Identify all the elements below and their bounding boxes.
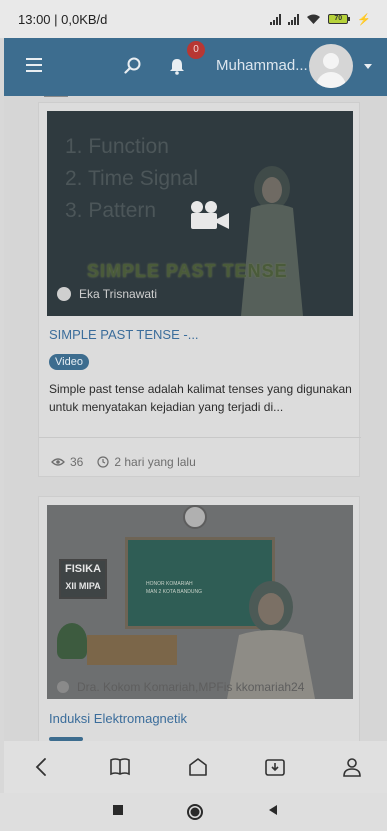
board-line: MAN 2 KOTA BANDUNG [146,589,203,595]
status-time-and-speed: 13:00 | 0,0KB/d [18,11,108,27]
subject-badge: FISIKA XII MIPA [59,559,107,599]
previous-card-divider [44,96,68,97]
user-name[interactable]: Muhammad... [216,57,308,74]
book-icon[interactable] [108,755,132,779]
thumbnail-outline: 1. Function 2. Time Signal 3. Pattern [65,131,198,227]
subject-badge-line: FISIKA [64,563,102,575]
chevron-down-icon[interactable] [364,64,372,69]
content-feed[interactable]: 1. Function 2. Time Signal 3. Pattern SI… [4,96,387,741]
content-type-tag: Video [49,354,89,370]
status-bar: 13:00 | 0,0KB/d 70 ⚡ [0,0,387,38]
thumbnail-headline: SIMPLE PAST TENSE [87,261,288,281]
view-count: 36 [70,455,84,469]
thumbnail-line: 2. Time Signal [65,167,199,190]
app-bar: 0 Muhammad... [4,38,387,96]
author-row: Eka Trisnawati [57,287,157,301]
card-divider [39,437,361,438]
wall-clock-graphic [183,505,207,529]
notification-badge[interactable]: 0 [187,41,205,59]
plant-graphic [57,623,87,659]
video-thumbnail[interactable]: 1. Function 2. Time Signal 3. Pattern SI… [47,111,353,316]
video-thumbnail[interactable]: HONOR KOMARIAH MAN 2 KOTA BANDUNG FISIKA… [47,505,353,699]
author-row: Dra. Kokom Komariah,MPFis kkomariah24 [57,680,304,694]
back-triangle-icon[interactable] [266,803,280,817]
battery-icon: 70 [328,14,351,24]
content-card[interactable]: HONOR KOMARIAH MAN 2 KOTA BANDUNG FISIKA… [38,496,360,741]
desk-graphic [87,635,177,665]
subject-badge-line: XII MIPA [65,581,101,591]
eye-icon [51,458,65,466]
download-folder-icon[interactable] [263,755,287,779]
home-circle-icon[interactable] [186,803,204,821]
bell-icon[interactable] [166,55,188,77]
author-avatar [57,681,69,693]
presenter-figure [241,166,303,316]
search-icon[interactable] [122,55,144,77]
hamburger-icon[interactable] [26,58,42,72]
card-description: Simple past tense adalah kalimat tenses … [49,382,352,414]
recent-apps-icon[interactable] [111,803,125,817]
signal-icon-2 [288,13,300,25]
bottom-navigation [4,741,387,793]
person-icon[interactable] [340,755,364,779]
board-line: HONOR KOMARIAH [146,581,193,587]
author-name: Eka Trisnawati [79,287,158,301]
video-camera-icon [191,201,229,229]
author-name: Dra. Kokom Komariah,MPFis kkomariah24 [77,680,305,694]
thumbnail-line: 3. Pattern [65,199,157,222]
battery-level: 70 [328,14,349,24]
wifi-icon [307,14,321,24]
card-title-link[interactable]: SIMPLE PAST TENSE -... [49,327,199,342]
charging-icon: ⚡ [357,13,371,26]
home-icon[interactable] [186,755,210,779]
clock-icon [97,456,109,468]
content-card[interactable]: 1. Function 2. Time Signal 3. Pattern SI… [38,102,361,477]
chevron-left-icon[interactable] [30,755,54,779]
avatar[interactable] [309,44,353,88]
author-avatar [57,287,71,301]
thumbnail-line: 1. Function [65,135,169,158]
signal-icon [270,13,282,25]
posted-time: 2 hari yang lalu [114,455,196,469]
card-title-link[interactable]: Induksi Elektromagnetik [49,711,187,726]
system-navigation-bar [0,793,387,831]
card-meta: 36 2 hari yang lalu [51,455,196,469]
status-icons: 70 ⚡ [270,13,371,26]
